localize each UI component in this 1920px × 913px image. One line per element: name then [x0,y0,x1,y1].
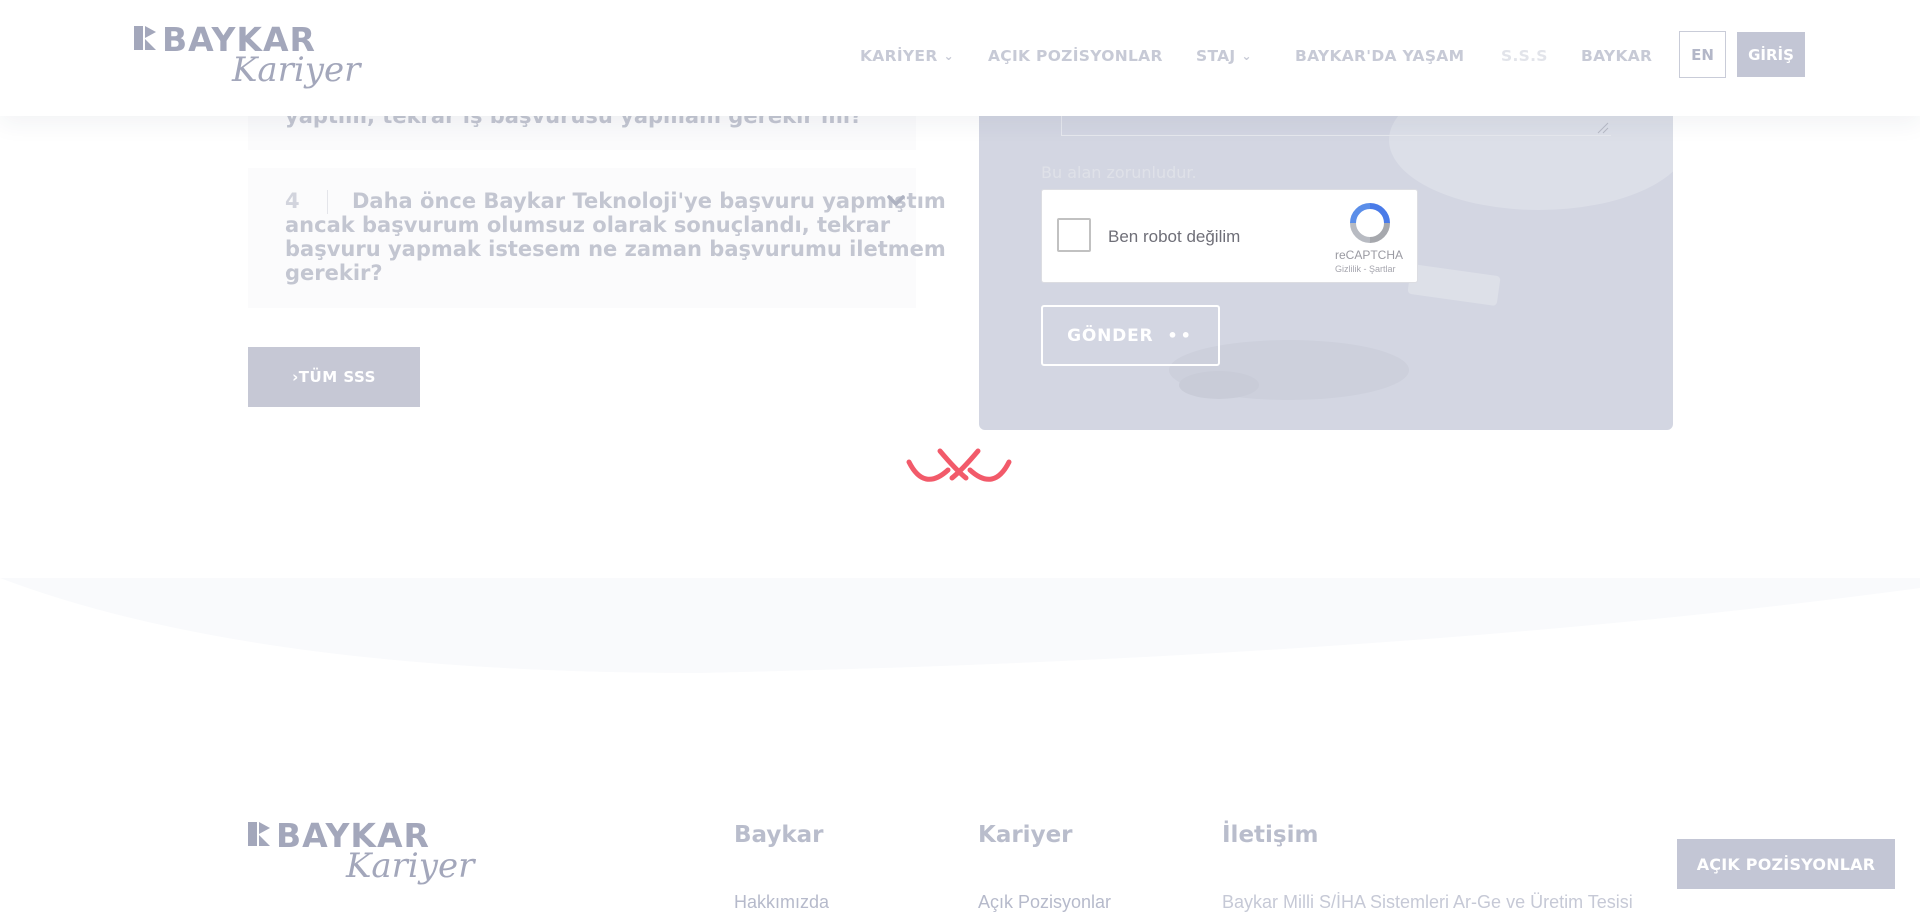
faq-item-4-line-1: Daha önce Baykar Teknoloji'ye başvuru ya… [352,189,946,213]
nav-label: BAYKAR'DA YAŞAM [1295,47,1465,65]
submit-label: GÖNDER [1067,325,1154,346]
nav-label: BAYKAR [1581,47,1653,65]
faq-item-4-number: 4 [285,189,300,213]
chevron-down-icon[interactable] [886,190,906,210]
faq-item-4-line-3: başvuru yapmak istesem ne zaman başvurum… [285,237,946,261]
site-header: BAYKAR Kariyer KARİYER ⌄ AÇIK POZİSYONLAR… [0,0,1920,116]
required-field-message: Bu alan zorunludur. [1041,163,1197,182]
resize-handle-icon[interactable] [1596,122,1610,134]
footer-column-title-iletisim: İletişim [1222,822,1319,848]
all-faq-button[interactable]: ›TÜM SSS [248,347,420,407]
nav-item-sss[interactable]: S.S.S [1501,46,1548,66]
recaptcha-terms-link[interactable]: Gizlilik - Şartlar [1335,264,1396,274]
nav-item-staj[interactable]: STAJ ⌄ [1196,46,1252,66]
nav-item-baykar[interactable]: BAYKAR [1581,46,1652,66]
logo-script-text: Kariyer [346,846,475,886]
recaptcha-brand: reCAPTCHA [1335,248,1404,262]
nav-label: S.S.S [1501,47,1548,65]
footer-contact-address: Baykar Milli S/İHA Sistemleri Ar-Ge ve Ü… [1222,892,1633,912]
loading-spinner-icon [906,448,1012,482]
footer-logo[interactable]: BAYKAR Kariyer [248,818,474,890]
dots-icon: •• [1167,326,1194,345]
chevron-down-icon: ⌄ [943,49,954,63]
captcha-label: Ben robot değilim [1108,227,1241,246]
baykar-mark-icon [134,26,156,50]
footer-column-title-kariyer: Kariyer [978,822,1073,848]
footer-link-hakkimizda[interactable]: Hakkımızda [734,892,829,913]
faq-item-4-line-2: ancak başvurum olumsuz olarak sonuçlandı… [285,213,891,237]
chevron-down-icon: ⌄ [1241,49,1252,63]
nav-item-acik-pozisyonlar[interactable]: AÇIK POZİSYONLAR [988,46,1163,66]
message-textarea[interactable] [1061,114,1611,136]
recaptcha-widget: Ben robot değilim reCAPTCHA Gizlilik - Ş… [1041,189,1418,283]
baykar-mark-icon [248,822,270,846]
header-logo[interactable]: BAYKAR Kariyer [134,22,360,92]
faq-number-divider [327,190,328,214]
nav-label: KARİYER [860,47,938,65]
captcha-checkbox[interactable] [1057,218,1091,252]
nav-label: AÇIK POZİSYONLAR [988,47,1163,65]
submit-button[interactable]: GÖNDER •• [1041,305,1220,366]
login-button[interactable]: GİRİŞ [1737,32,1805,77]
nav-label: STAJ [1196,47,1236,65]
floating-open-positions-button[interactable]: AÇIK POZİSYONLAR [1677,839,1895,889]
nav-item-baykarda-yasam[interactable]: BAYKAR'DA YAŞAM [1295,46,1464,66]
faq-item-4-line-4: gerekir? [285,261,383,285]
nav-item-kariyer[interactable]: KARİYER ⌄ [860,46,954,66]
language-button[interactable]: EN [1679,31,1726,78]
footer-link-acik-pozisyonlar[interactable]: Açık Pozisyonlar [978,892,1111,913]
footer-wave-divider [0,578,1920,673]
recaptcha-logo-icon [1350,203,1390,243]
footer-column-title-baykar: Baykar [734,822,824,848]
logo-script-text: Kariyer [232,50,361,90]
